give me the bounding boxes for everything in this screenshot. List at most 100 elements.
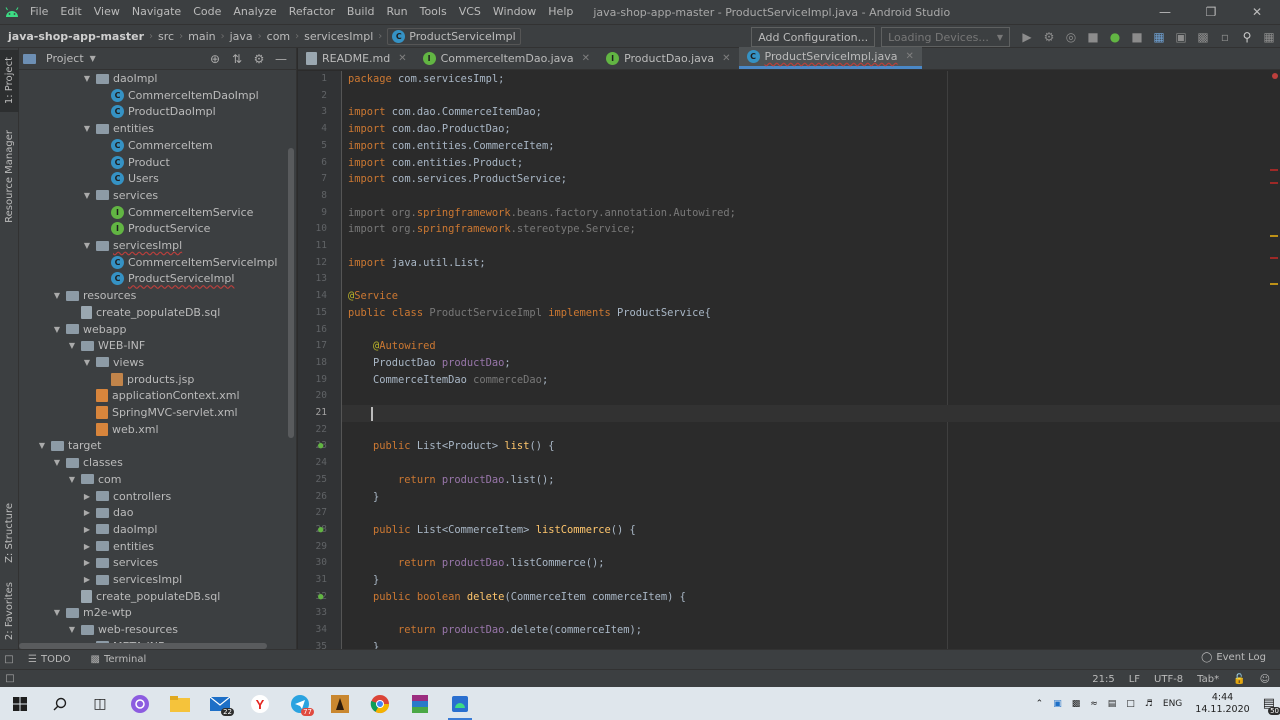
project-tree-scrollbar[interactable]: [288, 148, 294, 438]
code-line[interactable]: public class ProductServiceImpl implemen…: [348, 305, 711, 322]
collapse-arrow-icon[interactable]: ▶: [82, 542, 92, 551]
profile-icon[interactable]: ◎: [1061, 27, 1081, 47]
expand-arrow-icon[interactable]: ▼: [52, 291, 62, 300]
line-number[interactable]: 13: [298, 271, 327, 288]
telegram-icon[interactable]: 77: [280, 687, 320, 720]
clock[interactable]: 4:44 14.11.2020: [1195, 692, 1249, 716]
expand-arrow-icon[interactable]: ▼: [82, 241, 92, 250]
search-icon[interactable]: [40, 687, 80, 720]
tree-item[interactable]: create_populateDB.sql: [19, 304, 289, 321]
project-view-selector[interactable]: Project: [46, 52, 84, 65]
line-number[interactable]: 4: [298, 121, 327, 138]
expand-arrow-icon[interactable]: ▼: [52, 458, 62, 467]
expand-arrow-icon[interactable]: ▼: [82, 191, 92, 200]
line-number[interactable]: 6: [298, 155, 327, 172]
winrar-icon[interactable]: [400, 687, 440, 720]
tree-item[interactable]: SpringMVC-servlet.xml: [19, 404, 289, 421]
tree-item[interactable]: create_populateDB.sql: [19, 588, 289, 605]
code-line[interactable]: import com.dao.CommerceItemDao;: [348, 104, 542, 121]
menu-vcs[interactable]: VCS: [453, 0, 487, 24]
menu-build[interactable]: Build: [341, 0, 381, 24]
menu-window[interactable]: Window: [487, 0, 542, 24]
chevron-down-icon[interactable]: ▼: [90, 54, 96, 63]
line-number[interactable]: 3: [298, 104, 327, 121]
line-number[interactable]: 9: [298, 205, 327, 222]
status-panel-icon[interactable]: □: [0, 673, 20, 684]
expand-arrow-icon[interactable]: ▼: [67, 341, 77, 350]
expand-arrow-icon[interactable]: ▼: [37, 441, 47, 450]
tree-item[interactable]: C CommerceItemDaoImpl: [19, 87, 289, 104]
yandex-browser-icon[interactable]: Y: [240, 687, 280, 720]
tree-item[interactable]: web.xml: [19, 421, 289, 438]
monitor-icon[interactable]: □: [1126, 699, 1135, 709]
mail-icon[interactable]: 22: [200, 687, 240, 720]
line-number[interactable]: 30: [298, 555, 327, 572]
file-encoding[interactable]: UTF-8: [1154, 674, 1183, 685]
tree-item[interactable]: C CommerceItemServiceImpl: [19, 254, 289, 271]
line-number[interactable]: 29: [298, 539, 327, 556]
expand-arrow-icon[interactable]: ▼: [52, 325, 62, 334]
tree-item[interactable]: ▶ daoImpl: [19, 521, 289, 538]
tree-item[interactable]: ▶ services: [19, 554, 289, 571]
collapse-arrow-icon[interactable]: ▶: [82, 492, 92, 501]
tree-item[interactable]: ▼ classes: [19, 454, 289, 471]
line-number[interactable]: 11: [298, 238, 327, 255]
tree-item[interactable]: ▶ controllers: [19, 488, 289, 505]
debug-icon[interactable]: ⚙: [1039, 27, 1059, 47]
breadcrumb-java[interactable]: java: [230, 30, 253, 43]
line-number[interactable]: 19: [298, 372, 327, 389]
line-separator[interactable]: LF: [1129, 674, 1140, 685]
wifi-icon[interactable]: ≈: [1090, 699, 1098, 709]
menu-help[interactable]: Help: [542, 0, 579, 24]
tree-item[interactable]: ▶ entities: [19, 538, 289, 555]
editor-tab[interactable]: I ProductDao.java ✕: [598, 47, 738, 69]
code-line[interactable]: package com.servicesImpl;: [348, 71, 504, 88]
menu-edit[interactable]: Edit: [54, 0, 87, 24]
line-number[interactable]: 12: [298, 255, 327, 272]
windows-start-icon[interactable]: [0, 687, 40, 720]
breadcrumb-servicesimpl[interactable]: servicesImpl: [304, 30, 373, 43]
code-line[interactable]: import com.dao.ProductDao;: [348, 121, 511, 138]
tree-item[interactable]: ▼ daoImpl: [19, 70, 289, 87]
stop-icon[interactable]: ■: [1127, 27, 1147, 47]
caret-position[interactable]: 21:5: [1092, 674, 1114, 685]
warning-marker[interactable]: [1270, 235, 1278, 237]
breadcrumb-file[interactable]: C ProductServiceImpl: [387, 27, 521, 45]
tree-item[interactable]: ▼ views: [19, 354, 289, 371]
line-number[interactable]: 35: [298, 639, 327, 649]
tree-item[interactable]: products.jsp: [19, 371, 289, 388]
code-line[interactable]: import org.springframework.stereotype.Se…: [348, 221, 636, 238]
close-icon[interactable]: ✕: [1234, 0, 1280, 24]
menu-refactor[interactable]: Refactor: [283, 0, 341, 24]
editor-tab[interactable]: I CommerceItemDao.java ✕: [415, 47, 598, 69]
menu-navigate[interactable]: Navigate: [126, 0, 187, 24]
tree-item[interactable]: ▶ servicesImpl: [19, 571, 289, 588]
menu-run[interactable]: Run: [381, 0, 414, 24]
task-view-icon[interactable]: ◫: [80, 687, 120, 720]
line-number[interactable]: 34: [298, 622, 327, 639]
tree-item[interactable]: applicationContext.xml: [19, 387, 289, 404]
tool-tab-todo[interactable]: ☰ TODO: [18, 654, 81, 665]
minimize-icon[interactable]: —: [1142, 0, 1188, 24]
tool-tab-structure[interactable]: Z: Structure: [0, 498, 19, 568]
tree-item[interactable]: ▶ dao: [19, 504, 289, 521]
tree-item[interactable]: ▼ WEB-INF: [19, 337, 289, 354]
error-marker[interactable]: [1272, 73, 1278, 79]
tree-item[interactable]: I CommerceItemService: [19, 204, 289, 221]
expand-arrow-icon[interactable]: ▼: [82, 124, 92, 133]
code-line[interactable]: import com.entities.Product;: [348, 155, 523, 172]
code-line[interactable]: import org.springframework.beans.factory…: [348, 205, 736, 222]
line-number[interactable]: 27: [298, 505, 327, 522]
tool-tab-terminal[interactable]: ▩ Terminal: [81, 654, 157, 665]
error-marker[interactable]: [1270, 257, 1278, 259]
code-editor[interactable]: 1 2 3 4 5 6 7 8 9 10 11 12 13 14 15 16 17 18 19 20 21 22 23 ● 24…: [298, 71, 1280, 649]
line-number[interactable]: 18: [298, 355, 327, 372]
code-line[interactable]: return productDao.list();: [348, 472, 554, 489]
display-icon[interactable]: ▩: [1072, 699, 1081, 709]
code-line[interactable]: }: [348, 639, 379, 649]
close-tab-icon[interactable]: ✕: [722, 53, 730, 64]
battery-icon[interactable]: ▤: [1108, 699, 1117, 709]
device-selector[interactable]: Loading Devices... ▼: [881, 27, 1010, 47]
collapse-arrow-icon[interactable]: ▶: [82, 508, 92, 517]
tree-item[interactable]: ▼ webapp: [19, 321, 289, 338]
